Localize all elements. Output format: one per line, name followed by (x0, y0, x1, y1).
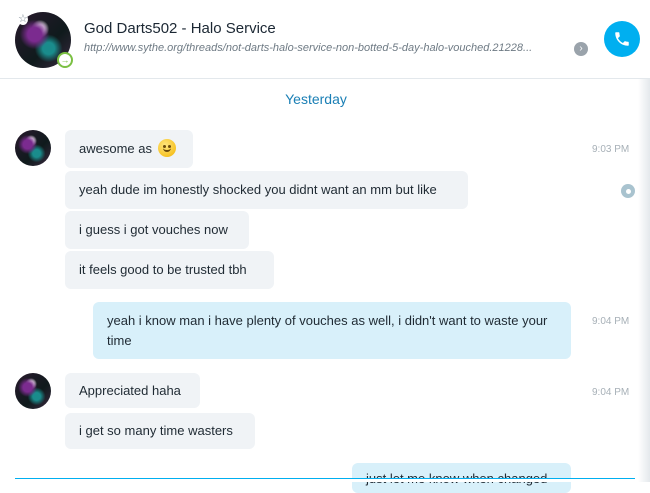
message-text: i get so many time wasters (79, 423, 233, 438)
message-text: Appreciated haha (79, 383, 181, 398)
read-receipt-icon (621, 184, 635, 198)
call-button[interactable] (604, 21, 640, 57)
message-time: 9:04 PM (592, 387, 630, 398)
phone-icon (615, 32, 629, 46)
message-bubble-outgoing[interactable]: yeah i know man i have plenty of vouches… (93, 302, 571, 359)
message-text: it feels good to be trusted tbh (79, 262, 247, 277)
message-text: awesome as (79, 141, 152, 156)
message-text: yeah i know man i have plenty of vouches… (107, 313, 548, 348)
message-text: i guess i got vouches now (79, 222, 228, 237)
smile-emoji-icon (157, 139, 176, 157)
scroll-shadow (638, 79, 650, 482)
mood-message-link[interactable]: http://www.sythe.org/threads/not-darts-h… (84, 42, 574, 54)
sender-avatar[interactable] (15, 130, 51, 166)
star-icon[interactable]: ☆ (18, 14, 28, 25)
expand-arrow-icon[interactable]: › (574, 42, 588, 56)
conversation-header: ☆ → God Darts502 - Halo Service http://w… (0, 0, 650, 79)
date-divider: Yesterday (285, 91, 347, 107)
message-time: 9:03 PM (592, 144, 630, 155)
message-bubble[interactable]: it feels good to be trusted tbh (65, 251, 274, 289)
message-bubble[interactable]: awesome as (65, 130, 193, 168)
sender-avatar[interactable] (15, 373, 51, 409)
presence-icon: → (57, 52, 73, 68)
message-bubble[interactable]: yeah dude im honestly shocked you didnt … (65, 171, 468, 209)
message-text: yeah dude im honestly shocked you didnt … (79, 182, 437, 197)
message-bubble[interactable]: i guess i got vouches now (65, 211, 249, 249)
message-bubble[interactable]: Appreciated haha (65, 373, 200, 408)
message-bubble[interactable]: i get so many time wasters (65, 413, 255, 449)
message-time: 9:04 PM (592, 316, 630, 327)
contact-name[interactable]: God Darts502 - Halo Service (84, 20, 276, 37)
